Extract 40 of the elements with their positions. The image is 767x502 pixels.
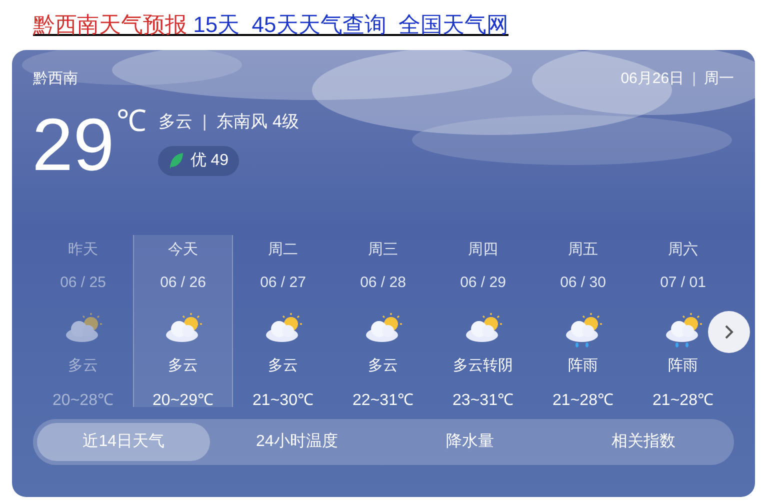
day-label: 周五 [568,240,598,260]
date-label: 06 / 25 [60,273,106,293]
tab[interactable]: 降水量 [384,422,557,460]
tab[interactable]: 24小时温度 [210,422,384,460]
unit-label: ℃ [116,104,146,140]
condition-label: 多云 [168,356,198,376]
date-label: 06 / 26 [160,273,206,293]
forecast-day[interactable]: 今天 06 / 26 多云 20~29℃ [133,234,233,406]
date-label: 07 / 01 [660,273,706,293]
date-label: 06 / 29 [460,273,506,293]
day-label: 昨天 [68,240,98,260]
leaf-icon [168,152,184,170]
day-label: 今天 [168,240,198,260]
date-label: 06 / 27 [260,273,306,293]
separator: | [692,69,696,89]
chevron-right-icon [724,324,734,340]
rain-cloud-icon [663,312,703,348]
day-label: 周六 [668,240,698,260]
condition-label: 多云转阴 [453,356,513,376]
date-label: 06 / 30 [560,273,606,293]
weekday-label: 周一 [704,69,734,89]
condition-label: 多云 [158,110,192,132]
date-label: 06月26日 [620,69,684,89]
day-label: 周四 [468,240,498,260]
location-label: 黔西南 [33,69,78,89]
condition-label: 多云 [368,356,398,376]
condition-label: 阵雨 [668,356,698,376]
day-label: 周三 [368,240,398,260]
separator: | [202,110,207,133]
aqi-label: 优 49 [190,151,229,171]
tab[interactable]: 相关指数 [556,422,730,460]
condition-label: 多云 [268,356,298,376]
temperature-value: 29 [32,104,114,184]
rain-cloud-icon [563,312,603,348]
condition-label: 阵雨 [568,356,598,376]
day-label: 周二 [268,240,298,260]
headline-link[interactable]: 黔西南天气预报 15天 45天天气查询 全国天气网 [33,12,509,37]
date-label: 06 / 28 [360,273,406,293]
condition-label: 多云 [68,356,98,376]
wind-label: 东南风 4级 [216,110,299,132]
